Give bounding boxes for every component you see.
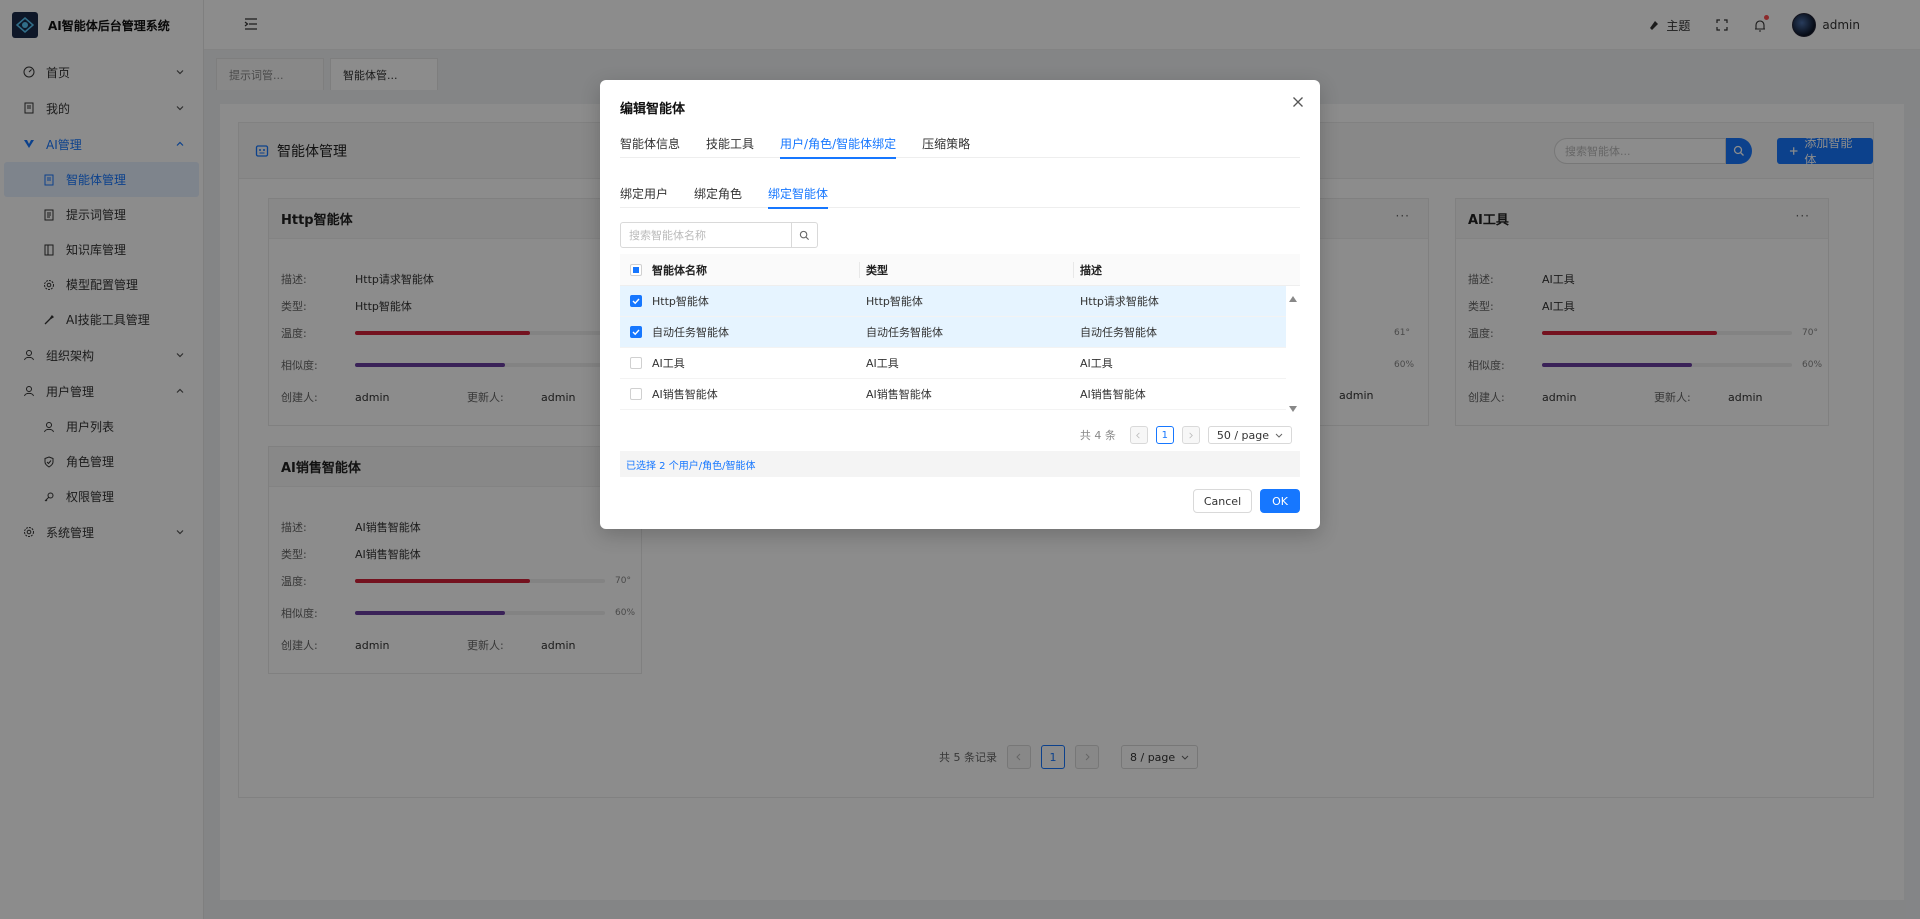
modal-agent-search: 搜索智能体名称 — [620, 222, 818, 248]
cell-desc: 自动任务智能体 — [1080, 326, 1157, 339]
page-number-button[interactable]: 1 — [1155, 426, 1174, 444]
chevron-right-icon — [1189, 432, 1194, 438]
cell-name: AI销售智能体 — [652, 388, 718, 401]
next-page-button[interactable] — [1181, 426, 1200, 444]
subtab-bind-roles[interactable]: 绑定角色 — [694, 178, 742, 208]
page-size-select[interactable]: 50 / page — [1207, 426, 1292, 444]
chevron-down-icon — [1275, 433, 1283, 438]
tab-skill-tools[interactable]: 技能工具 — [706, 128, 754, 158]
modal-tabs: 智能体信息 技能工具 用户/角色/智能体绑定 压缩策略 — [620, 128, 1300, 159]
pagination-total: 共 4 条 — [1079, 429, 1116, 442]
row-checkbox[interactable] — [630, 326, 642, 338]
cell-name: Http智能体 — [652, 295, 709, 308]
cell-type: 自动任务智能体 — [866, 326, 943, 339]
row-checkbox[interactable] — [630, 388, 642, 400]
search-icon — [799, 230, 810, 240]
cell-name: 自动任务智能体 — [652, 326, 729, 339]
close-icon — [1293, 97, 1303, 107]
subtab-bind-users[interactable]: 绑定用户 — [620, 178, 668, 208]
row-checkbox[interactable] — [630, 295, 642, 307]
table-row[interactable]: AI销售智能体 AI销售智能体 AI销售智能体 — [620, 379, 1286, 410]
scroll-down-arrow[interactable] — [1288, 402, 1298, 416]
tab-binding[interactable]: 用户/角色/智能体绑定 — [780, 128, 897, 159]
ok-button[interactable]: OK — [1260, 489, 1300, 513]
agent-name-search-input[interactable]: 搜索智能体名称 — [620, 222, 792, 248]
table-row[interactable]: 自动任务智能体 自动任务智能体 自动任务智能体 — [620, 317, 1286, 348]
cell-desc: Http请求智能体 — [1080, 295, 1159, 308]
cell-name: AI工具 — [652, 357, 685, 370]
table-row[interactable]: AI工具 AI工具 AI工具 — [620, 348, 1286, 379]
select-all-checkbox[interactable] — [630, 263, 642, 276]
prev-page-button[interactable] — [1129, 426, 1148, 444]
agent-binding-table: 智能体名称 类型 描述 Http智能体 Http智能体 Http请求智能体 自动… — [620, 254, 1300, 412]
table-header: 智能体名称 类型 描述 — [620, 254, 1300, 286]
modal-title: 编辑智能体 — [620, 102, 686, 117]
modal-close-button[interactable] — [1292, 96, 1304, 111]
edit-agent-modal: 编辑智能体 智能体信息 技能工具 用户/角色/智能体绑定 压缩策略 绑定用户 绑… — [600, 80, 1320, 529]
subtab-bind-agents[interactable]: 绑定智能体 — [768, 178, 829, 209]
cell-type: AI销售智能体 — [866, 388, 932, 401]
binding-subtabs: 绑定用户 绑定角色 绑定智能体 — [620, 178, 1300, 209]
selection-summary: 已选择 2 个用户/角色/智能体 — [620, 451, 1300, 477]
modal-pagination: 共 4 条 1 50 / page — [1080, 426, 1292, 444]
column-header-desc: 描述 — [1080, 263, 1102, 277]
cell-type: Http智能体 — [866, 295, 923, 308]
cell-type: AI工具 — [866, 357, 899, 370]
table-row[interactable]: Http智能体 Http智能体 Http请求智能体 — [620, 286, 1286, 317]
cell-desc: AI工具 — [1080, 357, 1113, 370]
cell-desc: AI销售智能体 — [1080, 388, 1146, 401]
row-checkbox[interactable] — [630, 357, 642, 369]
cancel-button[interactable]: Cancel — [1192, 489, 1253, 513]
tab-compression[interactable]: 压缩策略 — [922, 128, 970, 158]
column-header-name: 智能体名称 — [652, 261, 860, 278]
column-header-type: 类型 — [866, 261, 1074, 278]
tab-agent-info[interactable]: 智能体信息 — [620, 128, 680, 158]
page-size-value: 50 / page — [1216, 428, 1269, 442]
agent-name-search-button[interactable] — [792, 222, 818, 248]
chevron-left-icon — [1136, 432, 1141, 438]
modal-footer: Cancel OK — [1192, 489, 1300, 513]
scroll-up-arrow[interactable] — [1288, 292, 1298, 306]
